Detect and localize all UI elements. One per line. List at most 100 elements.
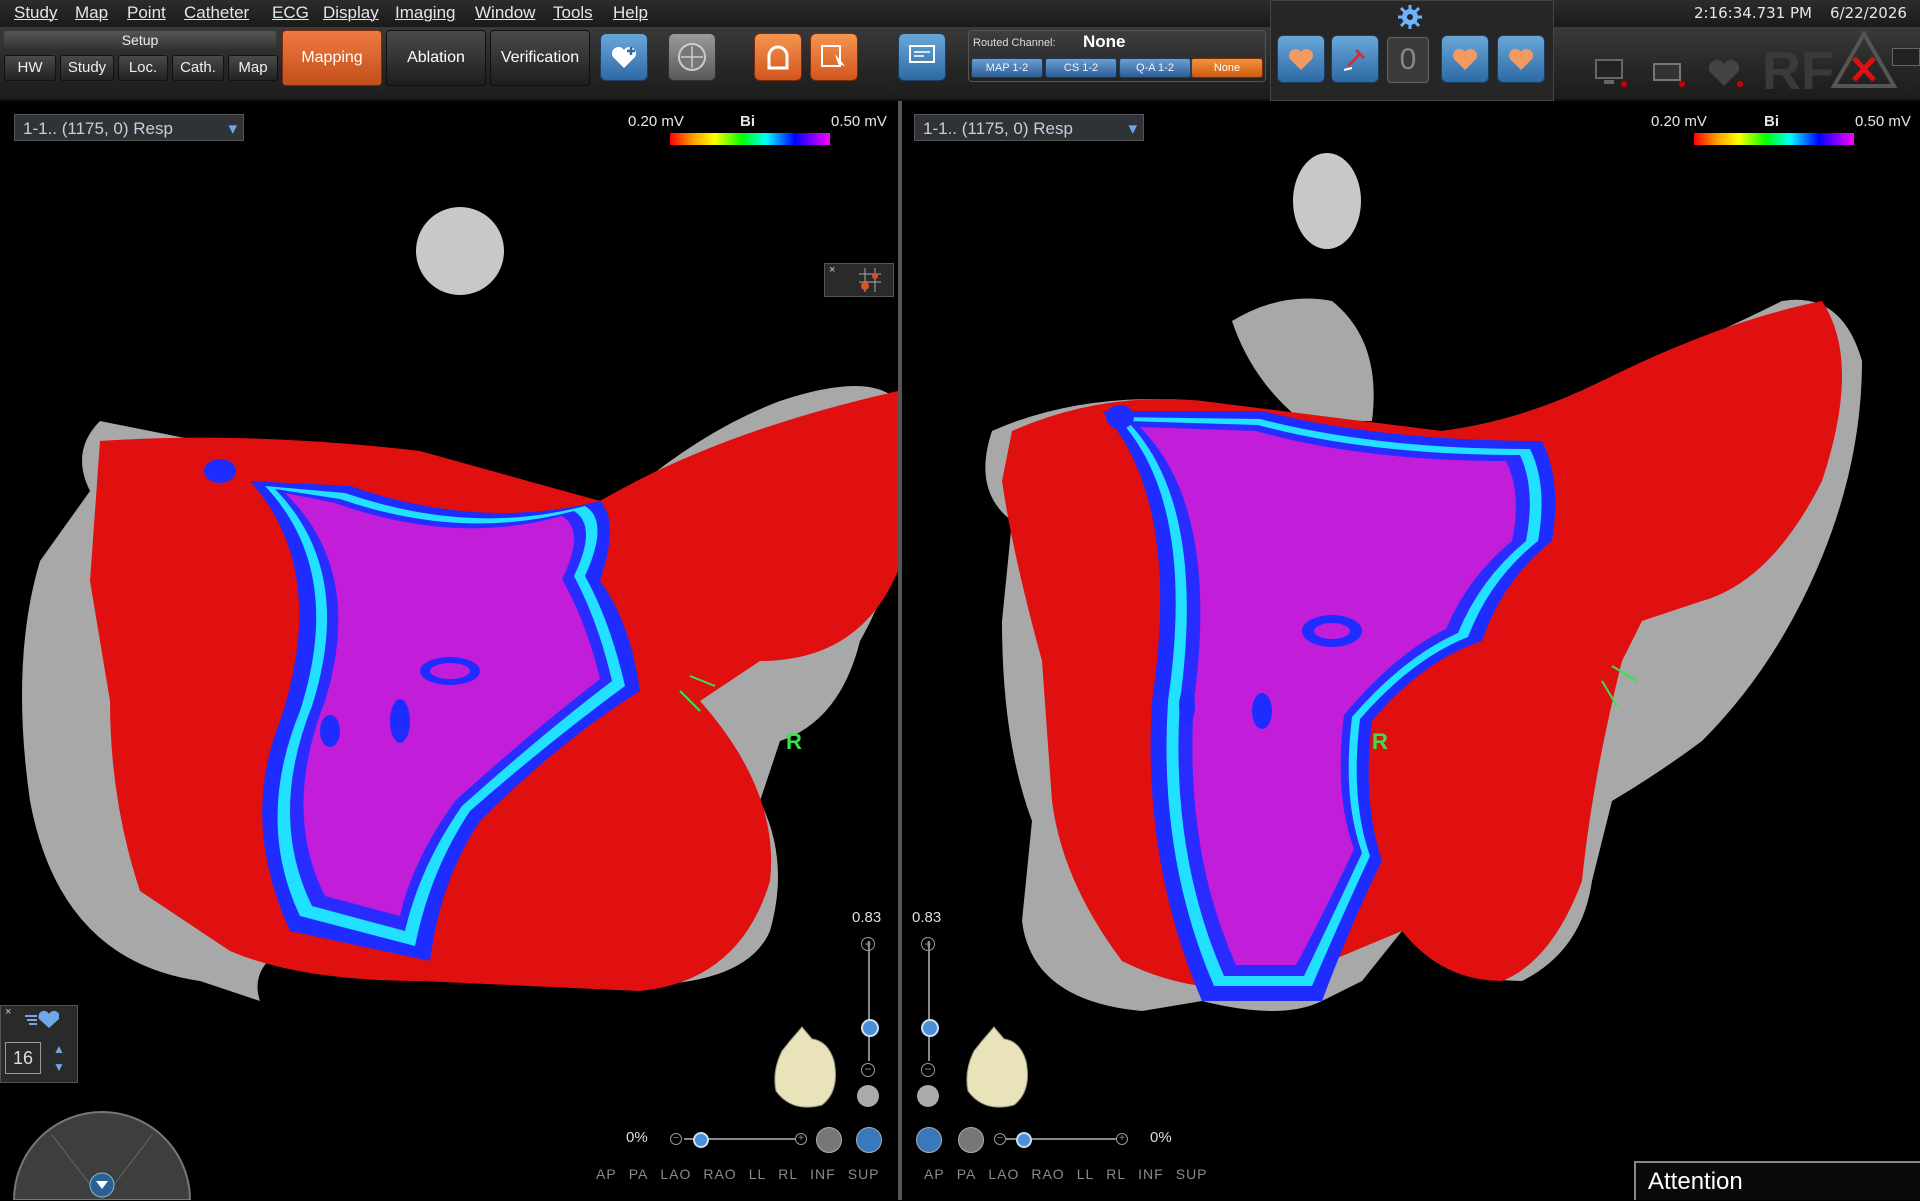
orient-sup[interactable]: SUP — [848, 1166, 880, 1182]
anatomy-button[interactable] — [754, 33, 802, 81]
transparency-icon[interactable] — [816, 1127, 842, 1153]
clock-time: 2:16:34.731 PM — [1694, 4, 1812, 22]
attention-banner[interactable]: Attention — [1634, 1161, 1920, 1200]
orientation-heart-icon[interactable] — [762, 1021, 842, 1115]
orient-rao[interactable]: RAO — [1031, 1166, 1064, 1182]
orient-rl[interactable]: RL — [1106, 1166, 1126, 1182]
routed-channel-panel: Routed Channel: None MAP 1-2 CS 1-2 Q-A … — [968, 30, 1266, 82]
orient-inf[interactable]: INF — [1138, 1166, 1164, 1182]
menu-tools[interactable]: Tools — [553, 3, 593, 23]
add-heart-button[interactable] — [600, 33, 648, 81]
menu-bar: Study Map Point Catheter ECG Display Ima… — [0, 0, 1920, 28]
rf-warning-icon — [1830, 30, 1898, 88]
menu-catheter[interactable]: Catheter — [184, 3, 249, 23]
heart-status-icon — [1708, 59, 1743, 87]
setup-group: Setup HW Study Loc. Cath. Map — [4, 31, 278, 89]
panel-toggle[interactable] — [1892, 48, 1920, 66]
left-orientation-buttons: AP PA LAO RAO LL RL INF SUP — [596, 1166, 892, 1182]
channel-map-1-2[interactable]: MAP 1-2 — [971, 58, 1043, 78]
zoom-in-icon[interactable]: + — [921, 937, 935, 951]
orient-lao[interactable]: LAO — [660, 1166, 691, 1182]
left-points-toggle[interactable]: × — [824, 263, 894, 297]
orient-rao[interactable]: RAO — [703, 1166, 736, 1182]
zoom-out-icon[interactable]: − — [861, 1063, 875, 1077]
orient-ap[interactable]: AP — [924, 1166, 945, 1182]
left-opacity-handle[interactable] — [693, 1132, 709, 1148]
mapping-mode-button[interactable]: Mapping — [282, 30, 382, 86]
routed-channel-value: None — [1083, 32, 1126, 51]
heart-visit-button[interactable] — [1497, 35, 1545, 83]
right-zoom-track — [928, 941, 930, 1061]
zoom-in-icon[interactable]: + — [861, 937, 875, 951]
opacity-decrease-icon[interactable]: − — [994, 1133, 1006, 1145]
right-opacity-handle[interactable] — [1016, 1132, 1032, 1148]
review-button[interactable] — [898, 33, 946, 81]
orient-lao[interactable]: LAO — [988, 1166, 1019, 1182]
heart-view-reset-icon[interactable] — [857, 1085, 879, 1107]
orient-ll[interactable]: LL — [749, 1166, 767, 1182]
menu-window[interactable]: Window — [475, 3, 535, 23]
right-zoom-handle[interactable] — [921, 1019, 939, 1037]
rotate-view-icon[interactable] — [856, 1127, 882, 1153]
opacity-increase-icon[interactable]: + — [1116, 1133, 1128, 1145]
heart-view-reset-icon[interactable] — [917, 1085, 939, 1107]
hw-button[interactable]: HW — [4, 55, 56, 81]
menu-map[interactable]: Map — [75, 3, 108, 23]
menu-imaging[interactable]: Imaging — [395, 3, 455, 23]
orient-inf[interactable]: INF — [810, 1166, 836, 1182]
opacity-increase-icon[interactable]: + — [795, 1133, 807, 1145]
rotate-view-icon[interactable] — [916, 1127, 942, 1153]
map-cursor-icon — [821, 45, 845, 67]
left-opacity-value: 0% — [626, 1129, 648, 1146]
radial-tool-menu[interactable] — [12, 1095, 192, 1200]
close-icon[interactable]: × — [829, 264, 835, 276]
close-icon[interactable]: × — [5, 1006, 11, 1018]
setup-title[interactable]: Setup — [4, 31, 276, 49]
study-button[interactable]: Study — [60, 55, 114, 81]
channel-none[interactable]: None — [1191, 58, 1263, 78]
orientation-heart-icon[interactable] — [954, 1021, 1034, 1115]
left-map-view[interactable]: 1-1.. (1175, 0) Resp ▾ 0.20 mV Bi 0.50 m… — [0, 101, 898, 1200]
compass-icon — [678, 43, 706, 71]
orient-rl[interactable]: RL — [778, 1166, 798, 1182]
zoom-out-icon[interactable]: − — [921, 1063, 935, 1077]
monitor-icon — [909, 45, 935, 63]
channel-cs-1-2[interactable]: CS 1-2 — [1045, 58, 1117, 78]
ablation-site-button[interactable] — [1441, 35, 1489, 83]
ic-compass-button[interactable] — [668, 33, 716, 81]
routed-channel-label: Routed Channel: — [973, 37, 1056, 49]
orient-pa[interactable]: PA — [629, 1166, 649, 1182]
right-heart-map — [985, 153, 1862, 1011]
right-r-label: R — [1372, 729, 1388, 754]
menu-ecg[interactable]: ECG — [272, 3, 309, 23]
stepper-up-icon[interactable]: ▲ — [53, 1042, 65, 1056]
transparency-icon[interactable] — [958, 1127, 984, 1153]
loc-button[interactable]: Loc. — [118, 55, 168, 81]
right-map-view[interactable]: 1-1.. (1175, 0) Resp ▾ 0.20 mV Bi 0.50 m… — [902, 101, 1920, 1200]
cath-button[interactable]: Cath. — [172, 55, 224, 81]
stepper-down-icon[interactable]: ▼ — [53, 1060, 65, 1074]
opacity-decrease-icon[interactable]: − — [670, 1133, 682, 1145]
orient-sup[interactable]: SUP — [1176, 1166, 1208, 1182]
map-settings-button[interactable] — [810, 33, 858, 81]
catheter-control-panel: 0 — [1270, 0, 1554, 101]
orient-pa[interactable]: PA — [957, 1166, 977, 1182]
orient-ll[interactable]: LL — [1077, 1166, 1095, 1182]
right-opacity-value: 0% — [1150, 1129, 1172, 1146]
tag-button[interactable] — [1331, 35, 1379, 83]
verification-mode-button[interactable]: Verification — [490, 30, 590, 86]
orient-ap[interactable]: AP — [596, 1166, 617, 1182]
map-button[interactable]: Map — [228, 55, 278, 81]
point-size-value[interactable]: 16 — [5, 1042, 41, 1074]
channel-qa-1-2[interactable]: Q-A 1-2 — [1119, 58, 1191, 78]
left-zoom-handle[interactable] — [861, 1019, 879, 1037]
gear-icon[interactable] — [1396, 3, 1424, 31]
menu-study[interactable]: Study — [14, 3, 57, 23]
point-size-panel: × 16 ▲ ▼ — [0, 1005, 78, 1083]
menu-display[interactable]: Display — [323, 3, 379, 23]
heart-select-button[interactable] — [1277, 35, 1325, 83]
menu-help[interactable]: Help — [613, 3, 648, 23]
menu-point[interactable]: Point — [127, 3, 166, 23]
rf-indicator: RF — [1762, 41, 1834, 101]
ablation-mode-button[interactable]: Ablation — [386, 30, 486, 86]
